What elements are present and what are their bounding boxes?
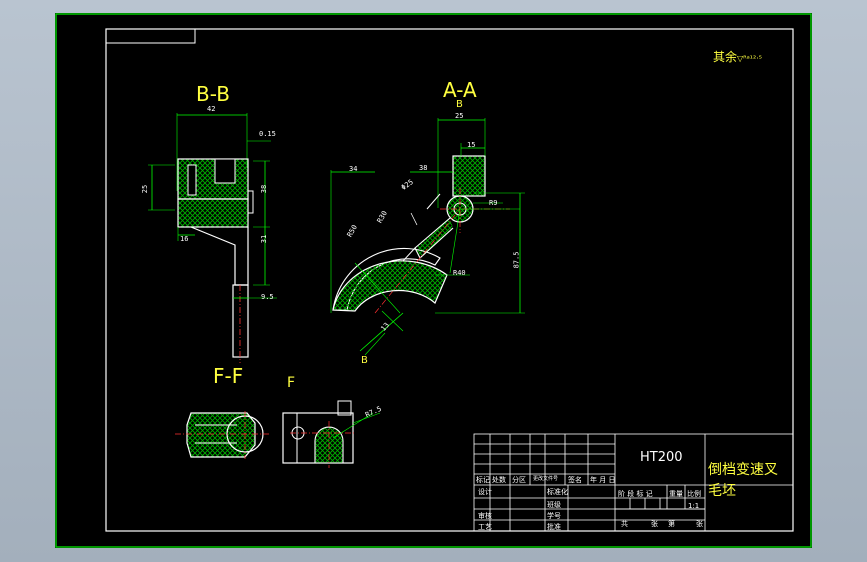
tb-label-sign: 签名 <box>568 476 582 484</box>
dim-25-aa: 25 <box>455 112 464 120</box>
part-name-line1: 倒档变速叉 <box>708 462 778 478</box>
tb-scale-value: 1:1 <box>688 502 700 510</box>
drawing-canvas <box>55 13 812 548</box>
tb-weight: 重量 <box>669 490 683 498</box>
section-arrow-b: B <box>361 355 368 366</box>
dim-25-bb: 25 <box>141 184 150 194</box>
view-label-aa: A-A <box>443 78 477 102</box>
dim-9-5: 9.5 <box>261 293 274 301</box>
tb-approve: 批准 <box>547 523 561 531</box>
dim-0-15: 0.15 <box>259 130 276 138</box>
view-bb <box>148 113 277 363</box>
roughness-note-text: 其余 <box>713 50 738 64</box>
tb-stage-mark: 阶 段 标 记 <box>618 490 653 498</box>
tb-label-change: 更改文件号 <box>533 476 559 482</box>
dim-15: 15 <box>467 141 476 149</box>
dim-34: 34 <box>349 165 358 173</box>
tb-label-zone: 分区 <box>512 476 526 484</box>
dim-38-aa: 38 <box>419 164 428 172</box>
tb-label-date: 年 月 日 <box>590 476 616 484</box>
tb-review: 审核 <box>478 512 492 520</box>
tb-standardize: 标准化 <box>547 488 568 496</box>
dim-42: 42 <box>207 105 216 113</box>
section-mark-b: B <box>456 99 463 110</box>
view-label-f: F <box>287 375 296 391</box>
tb-sheets-unit2: 张 <box>696 520 703 528</box>
view-label-ff: F-F <box>213 364 244 388</box>
tb-student-no: 学号 <box>547 512 561 520</box>
roughness-note: 其余▽ᴿᵃ¹²·⁵ <box>713 51 762 63</box>
cad-viewport[interactable]: 其余▽ᴿᵃ¹²·⁵ B-B A-A F-F F B B 42 0.15 25 3… <box>0 0 867 562</box>
code-box <box>105 28 196 44</box>
roughness-symbol-icon: ▽ᴿᵃ¹²·⁵ <box>737 54 762 63</box>
drawing-sheet[interactable]: 其余▽ᴿᵃ¹²·⁵ B-B A-A F-F F B B 42 0.15 25 3… <box>55 13 812 548</box>
tb-design: 设计 <box>478 488 492 496</box>
view-ff <box>175 411 270 459</box>
view-aa <box>330 118 525 356</box>
tb-process: 工艺 <box>478 523 492 531</box>
view-label-bb: B-B <box>196 82 230 106</box>
tb-scale-label: 比例 <box>687 490 701 498</box>
tb-label-count: 处数 <box>492 476 506 484</box>
part-name-line2: 毛坯 <box>708 483 736 499</box>
tb-sheets-unit1: 张 <box>651 520 658 528</box>
dim-r9: R9 <box>489 199 498 207</box>
tb-sheets-total: 共 <box>621 520 628 528</box>
dim-16: 16 <box>180 235 189 243</box>
dim-38: 38 <box>260 184 269 194</box>
tb-class: 班级 <box>547 501 561 509</box>
dim-r40: R40 <box>453 269 466 277</box>
tb-label-mark: 标记 <box>476 476 490 484</box>
dim-31: 31 <box>260 234 269 244</box>
material-label: HT200 <box>640 450 683 465</box>
dim-87-5: 87.5 <box>512 251 521 269</box>
tb-sheet-no: 第 <box>668 520 675 528</box>
